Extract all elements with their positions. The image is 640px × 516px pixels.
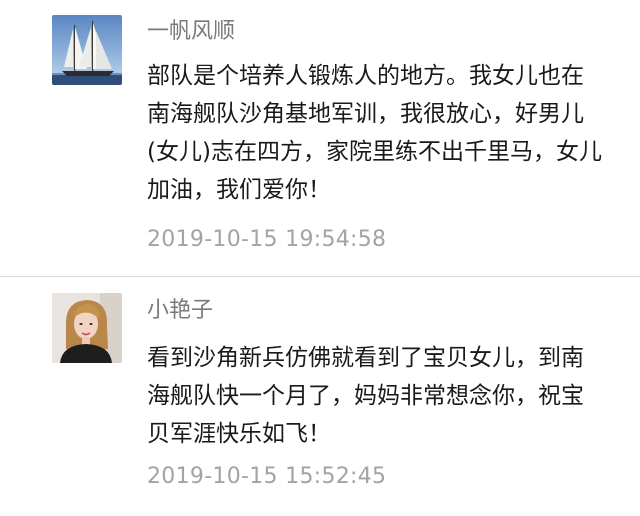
comment-line: 加油，我们爱你！ — [147, 177, 331, 203]
comment-item: 一帆风顺 部队是个培养人锻炼人的地方。我女儿也在 南海舰队沙角基地军训，我很放心… — [0, 0, 640, 276]
avatar[interactable] — [52, 293, 122, 363]
comment-line: (女儿)志在四方，家院里练不出千里马，女儿 — [147, 139, 602, 165]
comment-list: 一帆风顺 部队是个培养人锻炼人的地方。我女儿也在 南海舰队沙角基地军训，我很放心… — [0, 0, 640, 516]
comment-line: 南海舰队沙角基地军训，我很放心，好男儿 — [147, 101, 584, 127]
timestamp: 2019-10-15 15:52:45 — [147, 464, 387, 489]
comment-line: 部队是个培养人锻炼人的地方。我女儿也在 — [147, 63, 584, 89]
comment-content: 部队是个培养人锻炼人的地方。我女儿也在 南海舰队沙角基地军训，我很放心，好男儿 … — [147, 57, 627, 209]
comment-item: 小艳子 看到沙角新兵仿佛就看到了宝贝女儿，到南 海舰队快一个月了，妈妈非常想念你… — [0, 277, 640, 516]
timestamp: 2019-10-15 19:54:58 — [147, 227, 387, 252]
avatar[interactable] — [52, 15, 122, 85]
username[interactable]: 一帆风顺 — [147, 19, 235, 45]
comment-line: 海舰队快一个月了，妈妈非常想念你，祝宝 — [147, 383, 584, 409]
comment-content: 看到沙角新兵仿佛就看到了宝贝女儿，到南 海舰队快一个月了，妈妈非常想念你，祝宝 … — [147, 339, 627, 453]
comment-line: 贝军涯快乐如飞！ — [147, 421, 331, 447]
woman-portrait-avatar-icon — [52, 293, 122, 363]
sailing-ship-avatar-icon — [52, 15, 122, 85]
comment-line: 看到沙角新兵仿佛就看到了宝贝女儿，到南 — [147, 345, 584, 371]
username[interactable]: 小艳子 — [147, 298, 213, 324]
